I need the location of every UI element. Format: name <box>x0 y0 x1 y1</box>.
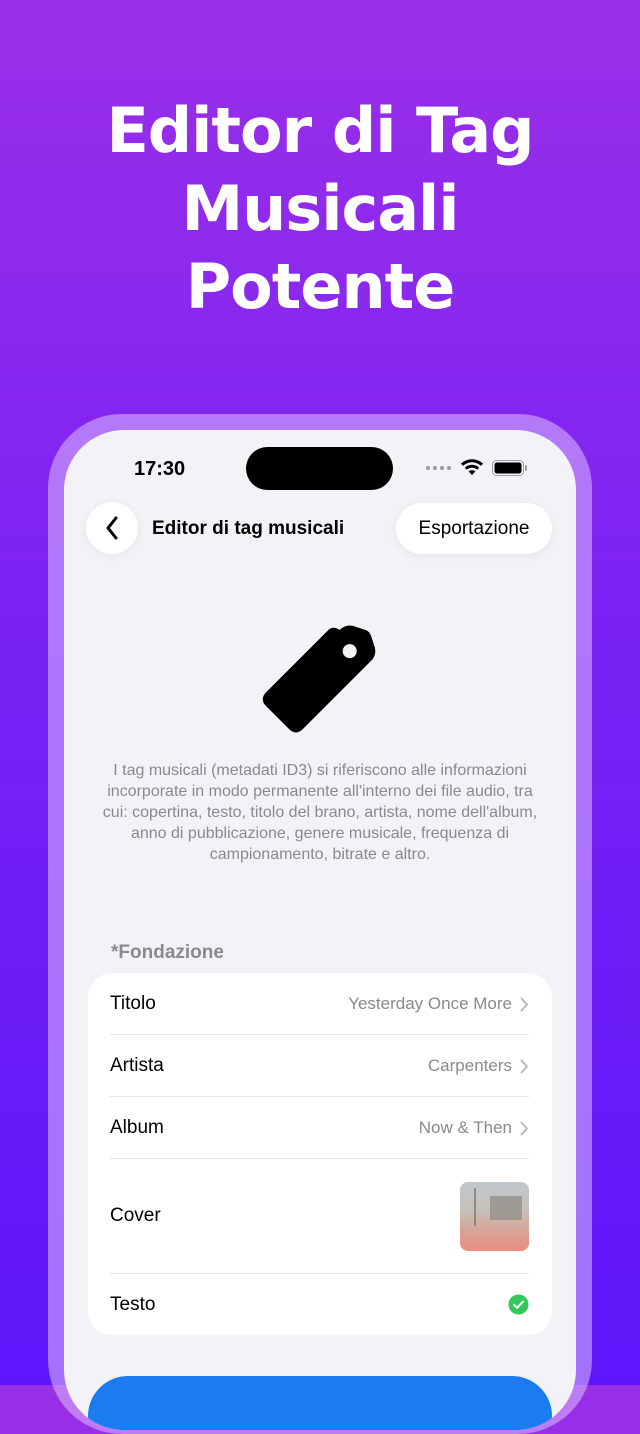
primary-action-button[interactable] <box>88 1376 552 1430</box>
row-label: Artista <box>110 1055 164 1076</box>
headline-line-2: Musicali <box>181 172 459 245</box>
checkmark-circle-icon <box>508 1294 529 1315</box>
headline-line-3: Potente <box>185 250 456 323</box>
description-text: I tag musicali (metadati ID3) si riferis… <box>102 762 538 863</box>
row-lyrics[interactable]: Testo <box>110 1274 529 1335</box>
row-artist[interactable]: Artista Carpenters <box>110 1035 529 1097</box>
tag-fields-card: Titolo Yesterday Once More Artista Carpe… <box>88 973 552 1335</box>
nav-title: Editor di tag musicali <box>152 518 345 539</box>
row-album[interactable]: Album Now & Then <box>110 1097 529 1159</box>
phone-screen: 17:30 Editor di tag musicali Esportazion… <box>64 430 576 1430</box>
row-label: Album <box>110 1117 164 1138</box>
row-cover[interactable]: Cover <box>110 1159 529 1273</box>
row-value: Carpenters <box>427 1056 512 1075</box>
dynamic-island <box>246 447 393 490</box>
chevron-right-icon <box>520 1059 528 1073</box>
row-value: Now & Then <box>418 1118 512 1137</box>
back-button[interactable] <box>86 502 138 554</box>
tag-icon <box>262 625 376 733</box>
signal-icon <box>426 466 451 470</box>
row-label: Testo <box>110 1293 156 1315</box>
row-title[interactable]: Titolo Yesterday Once More <box>110 973 529 1035</box>
export-button[interactable]: Esportazione <box>396 503 552 554</box>
chevron-right-icon <box>520 997 528 1011</box>
headline: Editor di Tag Musicali Potente <box>0 92 640 326</box>
chevron-right-icon <box>520 1121 528 1135</box>
headline-line-1: Editor di Tag <box>106 94 534 167</box>
status-time: 17:30 <box>134 458 186 480</box>
row-label: Cover <box>110 1205 161 1226</box>
section-header: *Fondazione <box>111 942 224 963</box>
row-label: Titolo <box>110 993 156 1014</box>
battery-icon <box>492 460 527 476</box>
cover-thumbnail[interactable] <box>460 1181 529 1251</box>
row-value: Yesterday Once More <box>348 994 512 1013</box>
wifi-icon <box>461 459 483 475</box>
chevron-left-icon <box>106 516 118 540</box>
